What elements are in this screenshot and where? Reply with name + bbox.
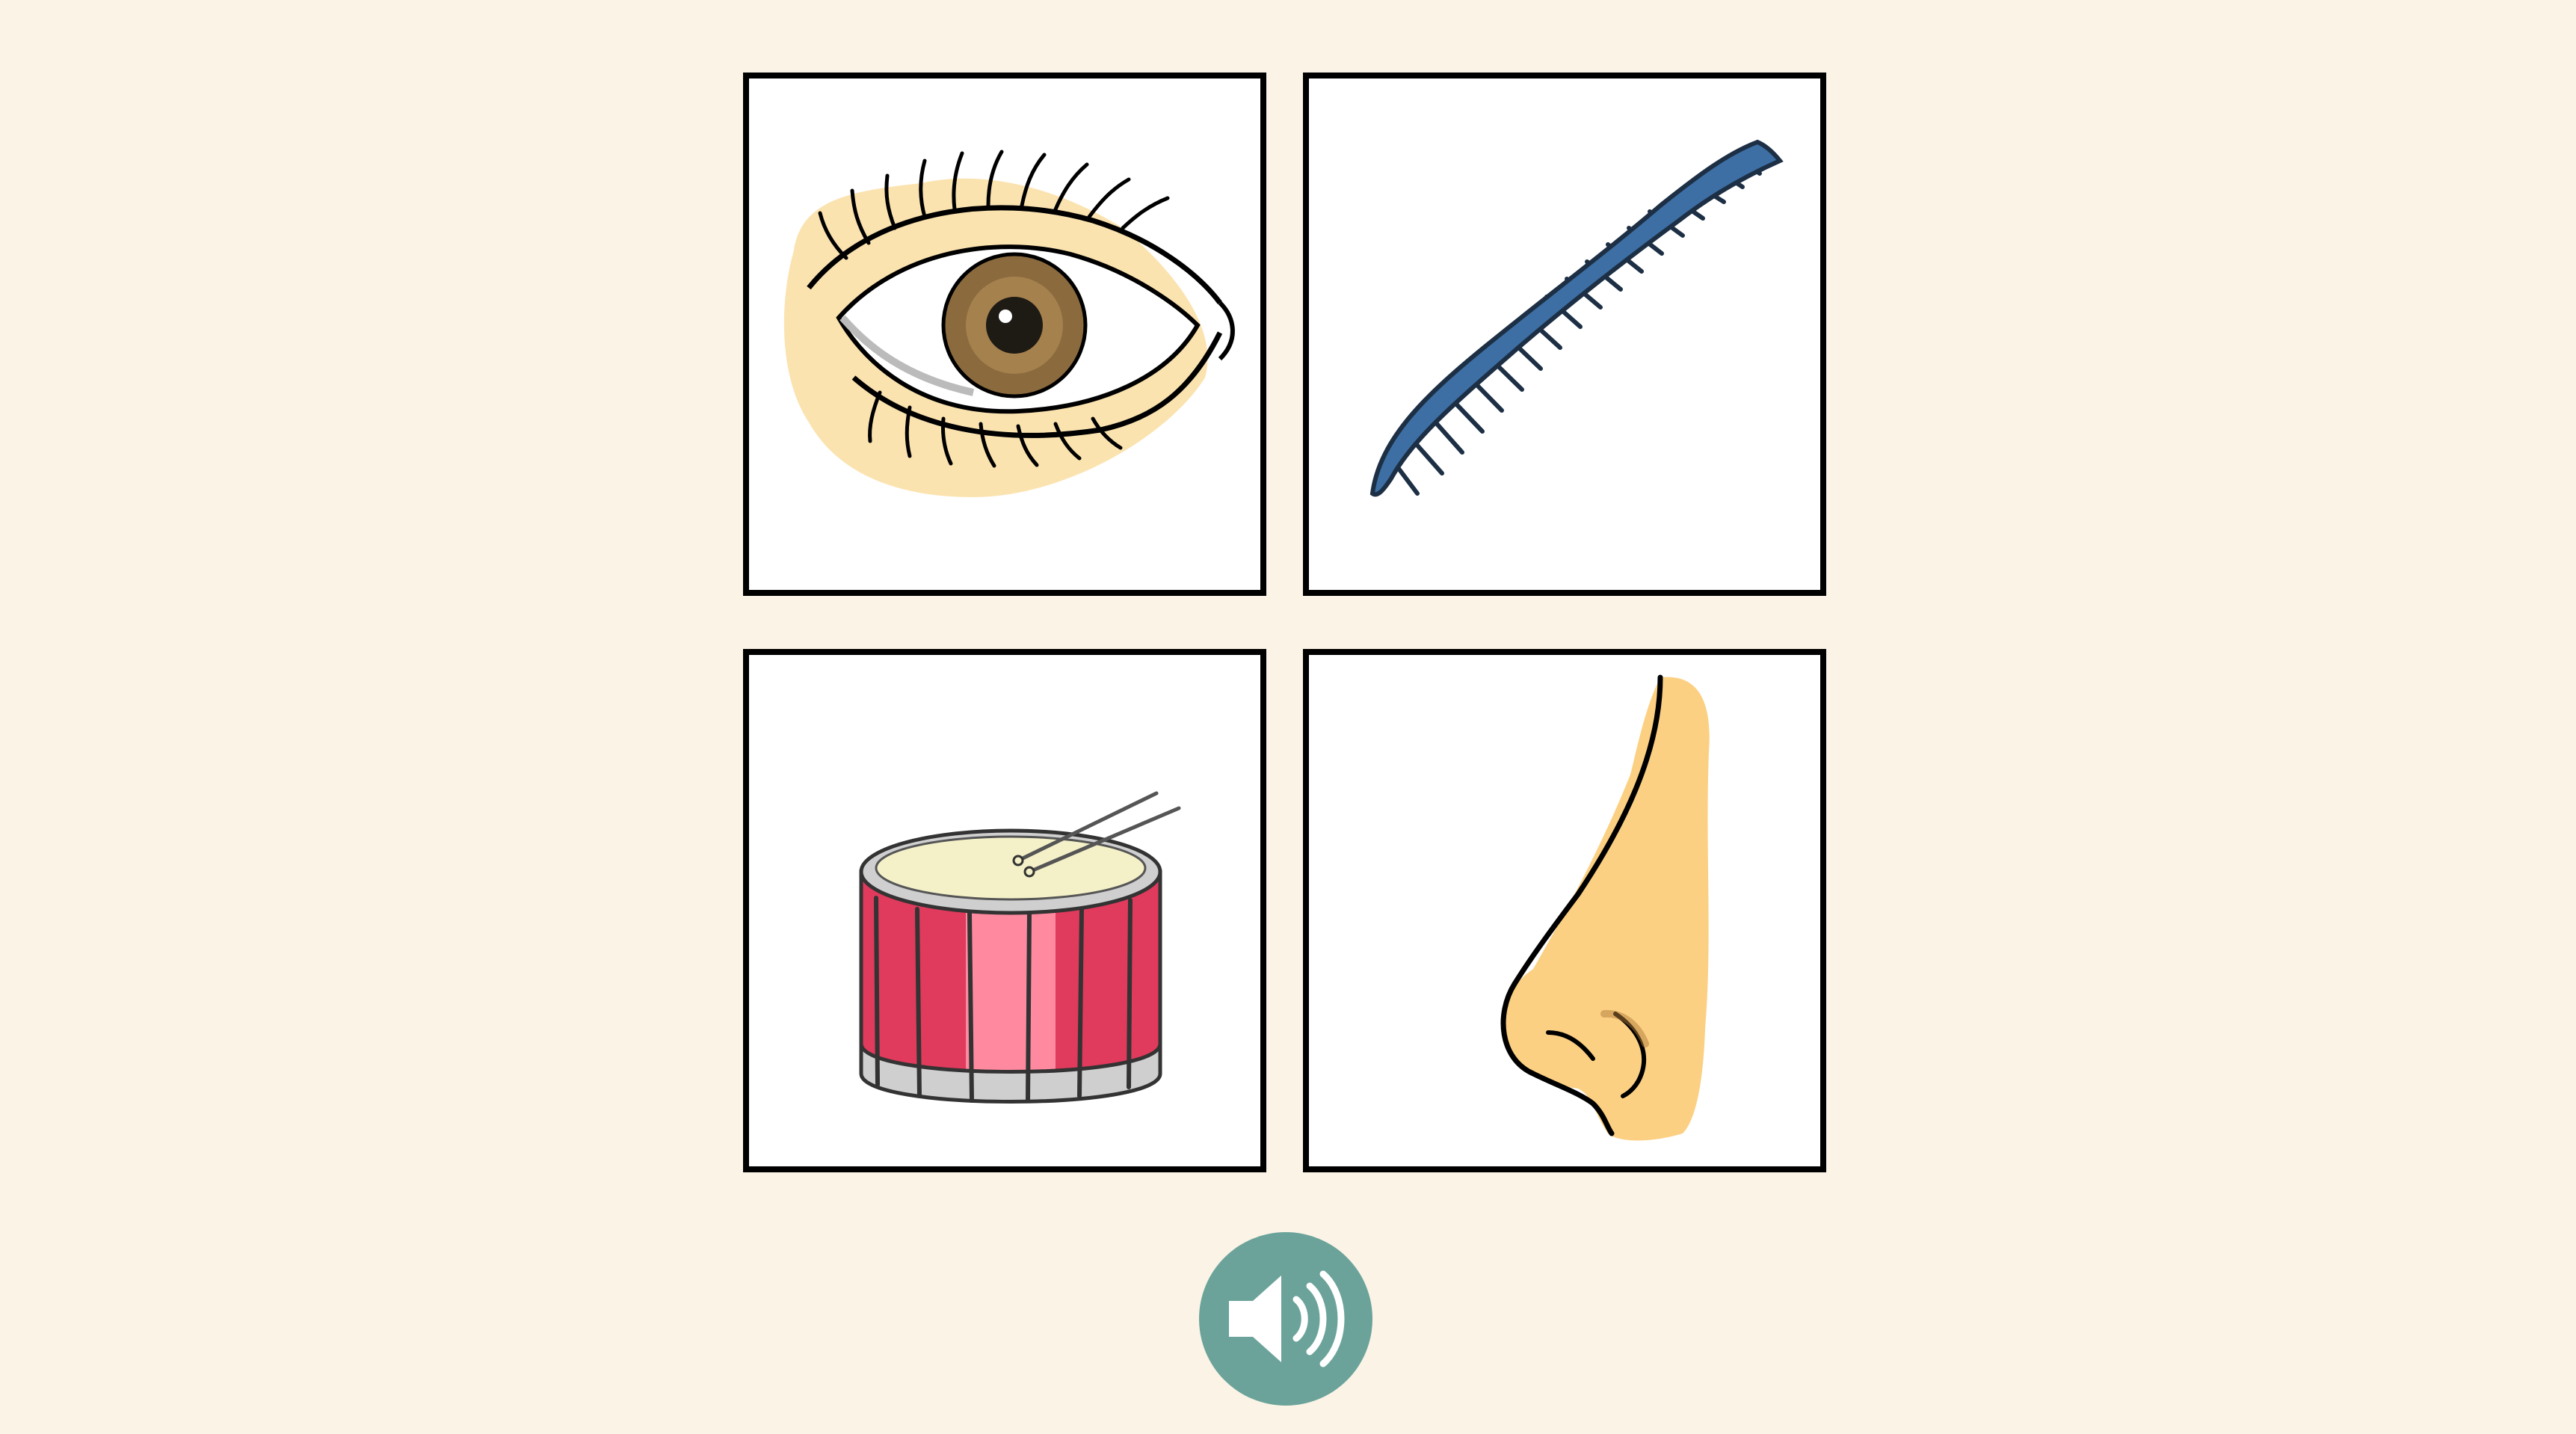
card-nose[interactable]: [1303, 649, 1826, 1172]
card-comb[interactable]: [1303, 73, 1826, 596]
card-eye[interactable]: [743, 73, 1266, 596]
eye-icon: [783, 150, 1235, 497]
speaker-icon: [1229, 1270, 1345, 1367]
picture-choice-grid: [0, 0, 2576, 1434]
play-audio-button[interactable]: [1199, 1232, 1372, 1406]
drum-icon: [859, 791, 1181, 1104]
card-drum[interactable]: [743, 649, 1266, 1172]
nose-icon: [1500, 674, 1710, 1141]
comb-icon: [1369, 139, 1784, 497]
